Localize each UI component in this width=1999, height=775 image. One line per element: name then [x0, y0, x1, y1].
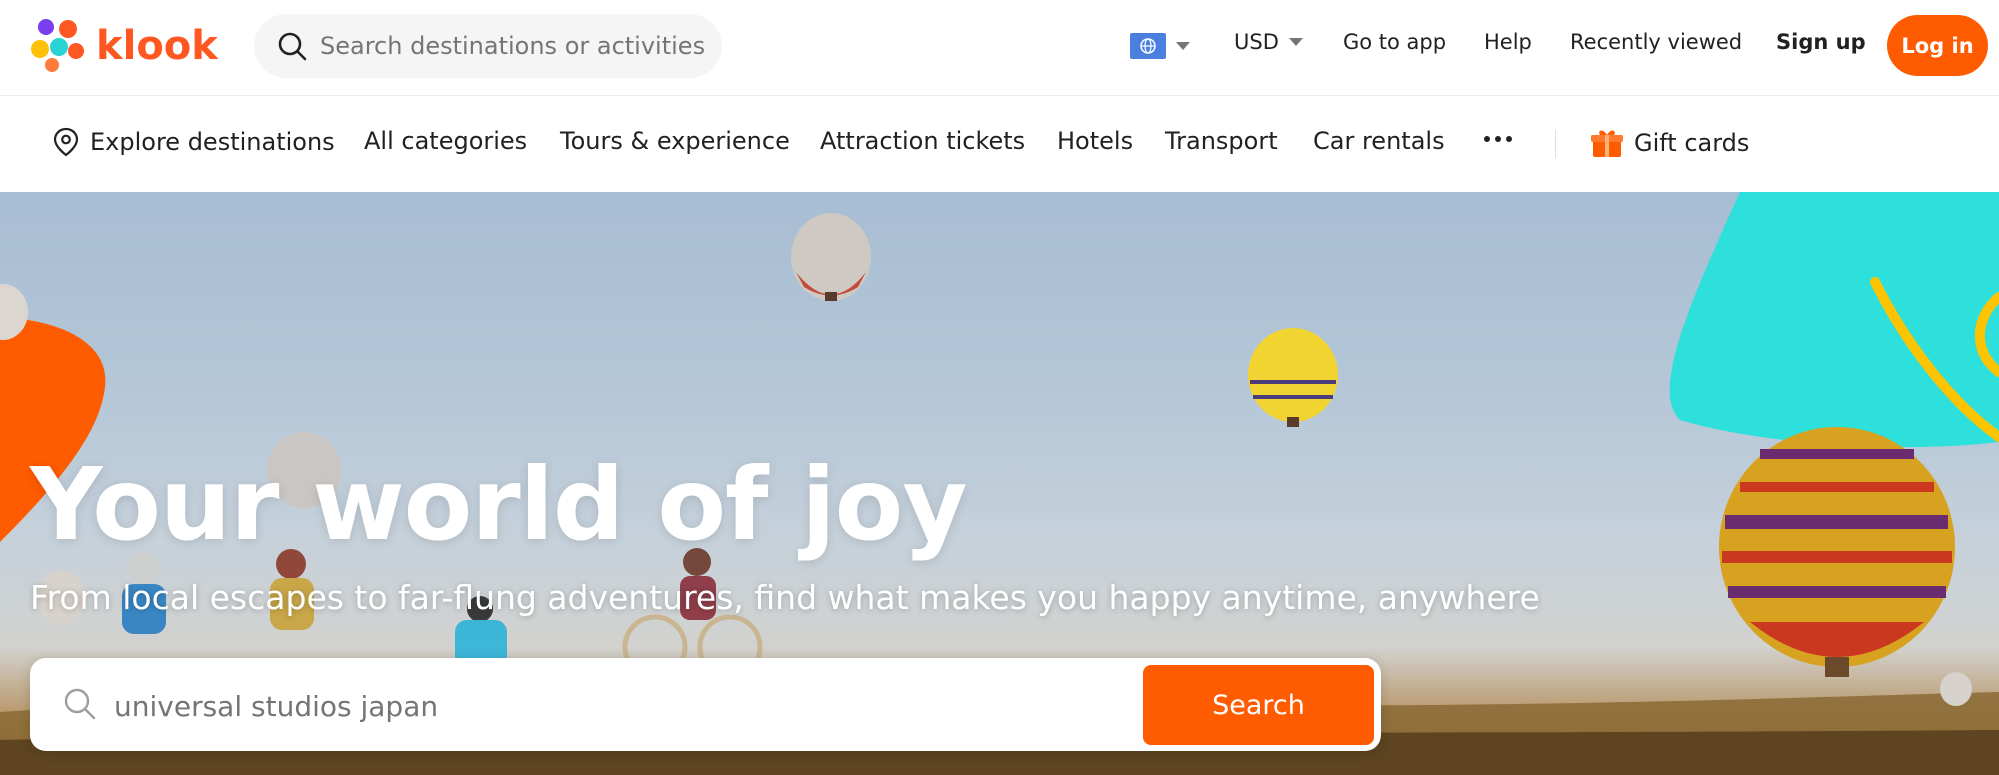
nav-car-rentals[interactable]: Car rentals: [1313, 127, 1445, 155]
nav-attraction-tickets[interactable]: Attraction tickets: [820, 127, 1025, 155]
nav-transport[interactable]: Transport: [1165, 127, 1278, 155]
more-dots-icon[interactable]: [1484, 136, 1512, 142]
hero-search-button[interactable]: Search: [1143, 665, 1374, 745]
hero-search-input[interactable]: [114, 686, 1014, 726]
logo-text: klook: [96, 23, 218, 69]
nav-divider: [1555, 130, 1556, 158]
search-icon: [64, 688, 96, 720]
nav-gift-label: Gift cards: [1634, 129, 1750, 157]
nav-explore-label: Explore destinations: [90, 128, 335, 156]
currency-selector[interactable]: USD: [1234, 30, 1303, 54]
location-pin-icon: [53, 127, 79, 157]
sign-up-link[interactable]: Sign up: [1776, 30, 1866, 54]
search-icon: [278, 32, 307, 61]
top-search-bar[interactable]: [254, 14, 722, 78]
globe-icon: [1130, 33, 1166, 59]
nav-hotels[interactable]: Hotels: [1057, 127, 1133, 155]
help-link[interactable]: Help: [1484, 30, 1532, 54]
go-to-app-link[interactable]: Go to app: [1343, 30, 1446, 54]
hero-banner: Your world of joy From local escapes to …: [0, 192, 1999, 775]
hero-subtitle: From local escapes to far-flung adventur…: [30, 578, 1540, 617]
chevron-down-icon: [1176, 42, 1190, 50]
nav-tours-experience[interactable]: Tours & experience: [560, 127, 790, 155]
top-search-input[interactable]: [320, 32, 720, 60]
nav-gift-cards[interactable]: Gift cards: [1590, 127, 1749, 159]
category-nav: Explore destinations All categories Tour…: [0, 96, 1999, 192]
hero-title: Your world of joy: [30, 446, 968, 563]
currency-label: USD: [1234, 30, 1279, 54]
chevron-down-icon: [1288, 38, 1303, 46]
language-selector[interactable]: [1130, 33, 1190, 59]
nav-all-categories[interactable]: All categories: [364, 127, 527, 155]
hero-search-bar[interactable]: Search: [30, 658, 1381, 751]
top-header: klook USD Go to app Help Recently viewed…: [0, 0, 1999, 96]
nav-explore-destinations[interactable]: Explore destinations: [52, 127, 335, 157]
klook-logo-icon: [31, 19, 84, 72]
recently-viewed-link[interactable]: Recently viewed: [1570, 30, 1742, 54]
gift-icon: [1591, 130, 1623, 157]
login-button[interactable]: Log in: [1887, 15, 1988, 76]
klook-logo[interactable]: klook: [30, 18, 230, 74]
